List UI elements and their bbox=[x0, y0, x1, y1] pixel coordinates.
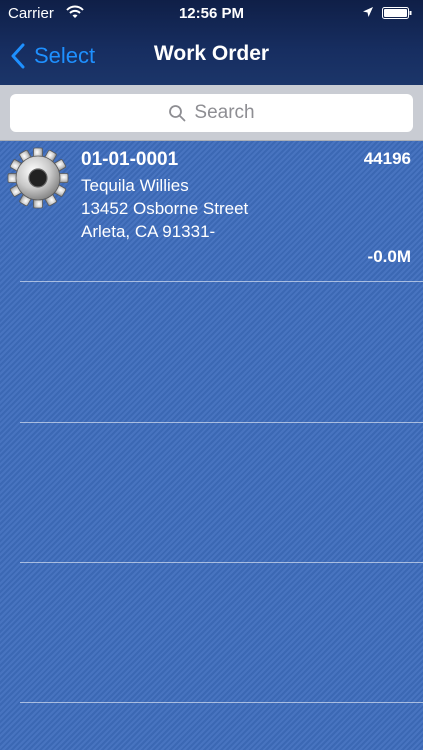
page-title: Work Order bbox=[153, 42, 270, 65]
navigation-bar: Select Work Order bbox=[0, 28, 423, 85]
work-order-list: 01-01-0001 44196 Tequila Willies 13452 O… bbox=[0, 141, 423, 750]
work-order-id: 44196 bbox=[363, 149, 411, 168]
search-icon bbox=[169, 105, 186, 122]
customer-name: Tequila Willies bbox=[81, 176, 189, 195]
row-divider bbox=[20, 562, 423, 563]
empty-list-row bbox=[0, 282, 423, 422]
row-divider bbox=[20, 281, 423, 282]
location-arrow-icon bbox=[363, 7, 373, 17]
work-order-row[interactable]: 01-01-0001 44196 Tequila Willies 13452 O… bbox=[0, 141, 423, 281]
status-bar: Carrier 12:56 PM bbox=[0, 0, 423, 28]
gear-icon bbox=[7, 147, 69, 209]
top-bar: Carrier 12:56 PM Select Work Order bbox=[0, 0, 423, 85]
empty-list-row bbox=[0, 422, 423, 562]
work-order-amount: -0.0M bbox=[367, 247, 411, 266]
status-time: 12:56 PM bbox=[178, 5, 245, 22]
row-divider bbox=[20, 702, 423, 703]
empty-list-row bbox=[0, 562, 423, 702]
search-placeholder: Search bbox=[194, 102, 255, 123]
street-address: 13452 Osborne Street bbox=[81, 199, 249, 218]
work-order-number: 01-01-0001 bbox=[81, 149, 179, 170]
row-divider bbox=[20, 422, 423, 423]
city-state-zip: Arleta, CA 91331- bbox=[81, 222, 216, 241]
battery-icon bbox=[382, 7, 412, 19]
search-input[interactable]: Search bbox=[10, 94, 413, 132]
search-bar: Search bbox=[0, 85, 423, 141]
